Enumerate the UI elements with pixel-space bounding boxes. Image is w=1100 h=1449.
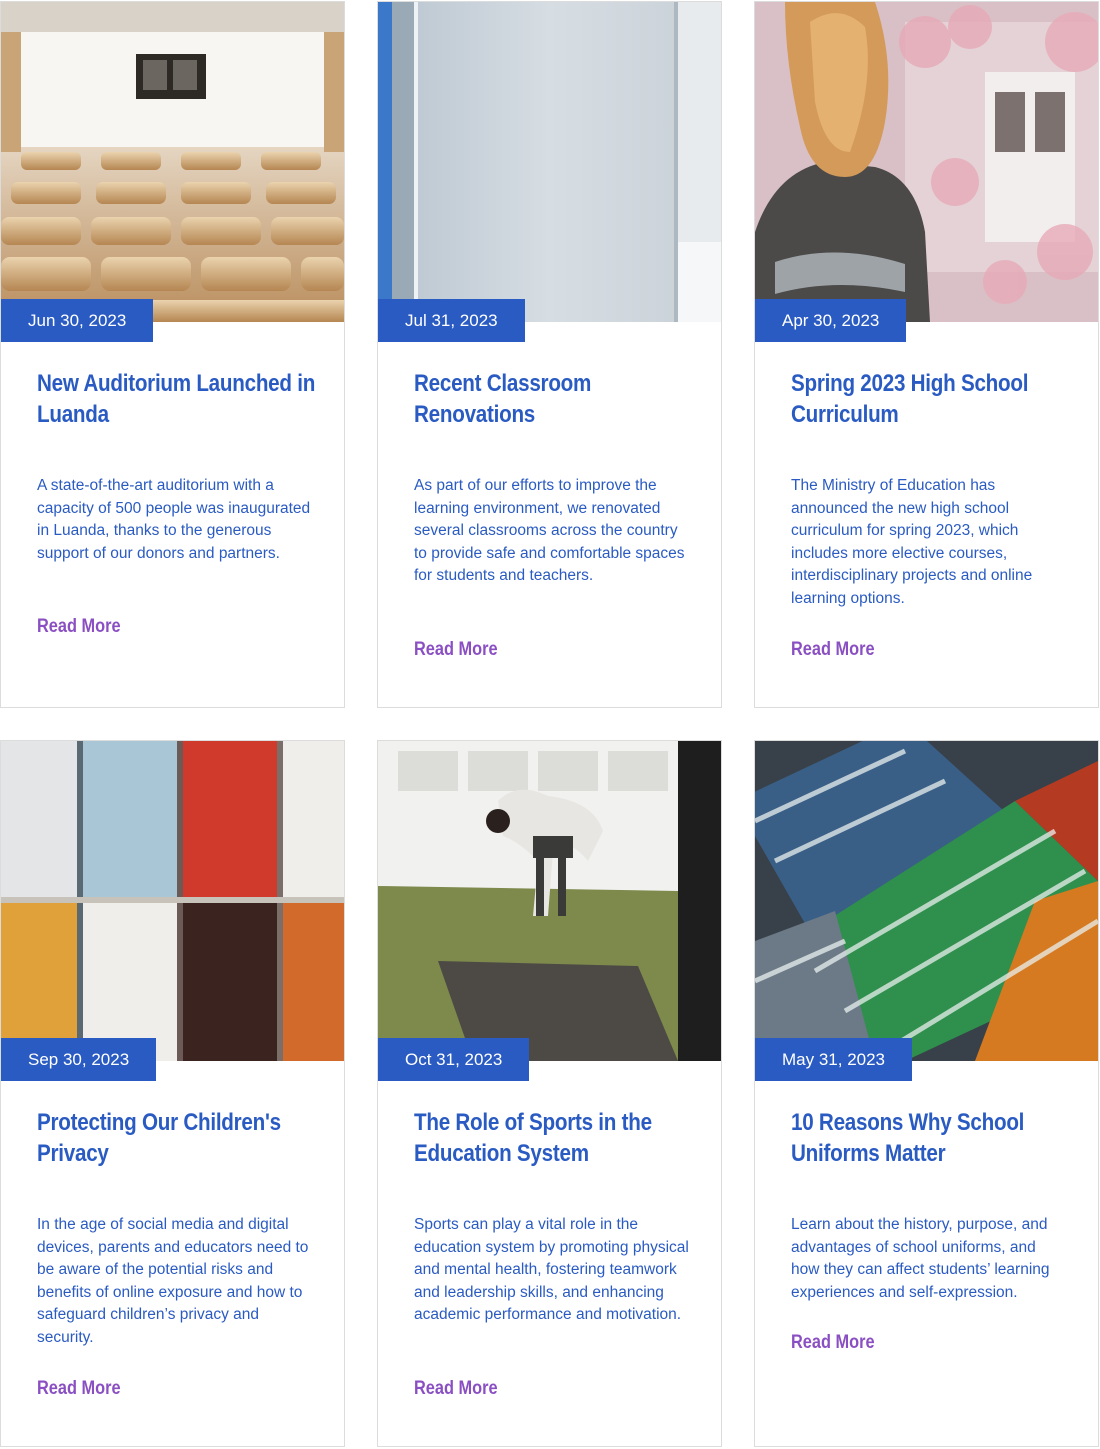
post-date: May 31, 2023 <box>755 1038 913 1081</box>
post-card: Jun 30, 2023 New Auditorium Launched in … <box>0 1 345 708</box>
post-card: Sep 30, 2023 Protecting Our Children's P… <box>0 740 345 1447</box>
striped-ties-image[interactable] <box>755 741 1098 1061</box>
post-card: Apr 30, 2023 Spring 2023 High School Cur… <box>754 1 1099 708</box>
post-date: Sep 30, 2023 <box>1 1038 157 1081</box>
post-excerpt: A state-of-the-art auditorium with a cap… <box>37 477 311 562</box>
post-date: Apr 30, 2023 <box>755 299 907 342</box>
read-more-link[interactable]: Read More <box>37 1378 121 1400</box>
student-blossom-image[interactable] <box>755 2 1098 322</box>
post-title[interactable]: The Role of Sports in the Education Syst… <box>414 1107 698 1169</box>
post-title[interactable]: 10 Reasons Why School Uniforms Matter <box>791 1107 1075 1169</box>
post-excerpt: Sports can play a vital role in the educ… <box>414 1216 689 1324</box>
post-excerpt: The Ministry of Education has announced … <box>791 477 1033 607</box>
post-date: Jun 30, 2023 <box>1 299 154 342</box>
post-excerpt: In the age of social media and digital d… <box>37 1216 309 1346</box>
post-card: Oct 31, 2023 The Role of Sports in the E… <box>377 740 722 1447</box>
post-card: May 31, 2023 10 Reasons Why School Unifo… <box>754 740 1099 1447</box>
post-title[interactable]: Protecting Our Children's Privacy <box>37 1107 321 1169</box>
read-more-link[interactable]: Read More <box>791 639 875 661</box>
post-card: Jul 31, 2023 Recent Classroom Renovation… <box>377 1 722 708</box>
auditorium-image[interactable] <box>1 2 344 322</box>
read-more-link[interactable]: Read More <box>791 1332 875 1354</box>
lockers-image[interactable] <box>1 741 344 1061</box>
post-title[interactable]: Spring 2023 High School Curriculum <box>791 368 1075 430</box>
read-more-link[interactable]: Read More <box>414 639 498 661</box>
read-more-link[interactable]: Read More <box>414 1378 498 1400</box>
post-excerpt: As part of our efforts to improve the le… <box>414 477 685 585</box>
post-title[interactable]: Recent Classroom Renovations <box>414 368 698 430</box>
post-title[interactable]: New Auditorium Launched in Luanda <box>37 368 321 430</box>
classroom-wall-image[interactable] <box>378 2 721 322</box>
blog-post-grid: Jun 30, 2023 New Auditorium Launched in … <box>0 0 1100 1449</box>
post-date: Jul 31, 2023 <box>378 299 525 342</box>
post-date: Oct 31, 2023 <box>378 1038 530 1081</box>
read-more-link[interactable]: Read More <box>37 616 121 638</box>
gym-stretch-image[interactable] <box>378 741 721 1061</box>
post-excerpt: Learn about the history, purpose, and ad… <box>791 1216 1050 1301</box>
